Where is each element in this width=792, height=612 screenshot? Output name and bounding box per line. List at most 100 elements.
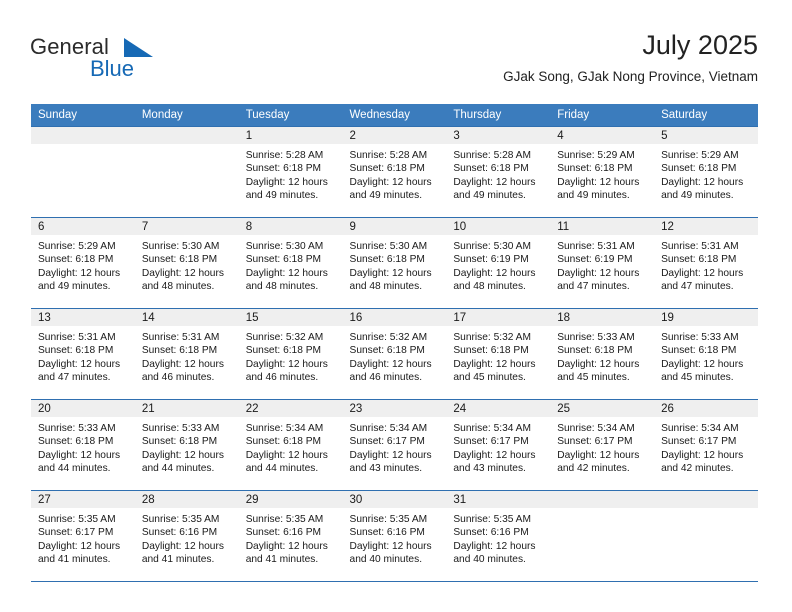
calendar-day-cell[interactable]: 29 Sunrise: 5:35 AM Sunset: 6:16 PM Dayligh…: [238, 490, 343, 582]
daylight-duration-line2: and 48 minutes.: [245, 281, 319, 293]
calendar-day-cell[interactable]: 13 Sunrise: 5:31 AM Sunset: 6:18 PM Dayligh…: [31, 308, 135, 400]
day-cell-details: Sunrise: 5:30 AM Sunset: 6:18 PM Daylight:…: [343, 235, 447, 294]
calendar-day-cell[interactable]: 30 Sunrise: 5:35 AM Sunset: 6:16 PM Dayligh…: [342, 490, 447, 582]
calendar-day-cell[interactable]: 22 Sunrise: 5:34 AM Sunset: 6:18 PM Dayligh…: [238, 399, 343, 491]
day-cell-inner: 1 Sunrise: 5:28 AM Sunset: 6:18 PM Daylight…: [238, 127, 343, 217]
day-cell-details: Sunrise: 5:34 AM Sunset: 6:17 PM Daylight:…: [654, 417, 758, 476]
day-cell-details: Sunrise: 5:28 AM Sunset: 6:18 PM Daylight:…: [446, 144, 550, 203]
daylight-duration-line1: Daylight: 12 hours: [245, 449, 328, 461]
calendar-day-cell[interactable]: 28 Sunrise: 5:35 AM Sunset: 6:16 PM Dayligh…: [134, 490, 239, 582]
day-cell-inner: [550, 491, 655, 581]
daylight-duration-line2: and 49 minutes.: [349, 190, 423, 202]
sunrise-time: Sunrise: 5:33 AM: [557, 332, 635, 343]
day-cell-inner: 11 Sunrise: 5:31 AM Sunset: 6:19 PM Dayligh…: [550, 218, 655, 308]
sunrise-time: Sunrise: 5:28 AM: [453, 150, 531, 161]
calendar-day-cell[interactable]: 11 Sunrise: 5:31 AM Sunset: 6:19 PM Dayligh…: [550, 217, 655, 309]
daylight-duration-line2: and 49 minutes.: [245, 190, 319, 202]
calendar-day-cell[interactable]: 5 Sunrise: 5:29 AM Sunset: 6:18 PM Daylight…: [654, 126, 758, 218]
calendar-day-cell[interactable]: 23 Sunrise: 5:34 AM Sunset: 6:17 PM Dayligh…: [342, 399, 447, 491]
day-cell-inner: 28 Sunrise: 5:35 AM Sunset: 6:16 PM Dayligh…: [134, 491, 239, 581]
day-number: 21: [134, 400, 239, 417]
day-cell-details: Sunrise: 5:30 AM Sunset: 6:18 PM Daylight:…: [239, 235, 343, 294]
page-title: July 2025: [642, 30, 758, 60]
calendar-day-cell[interactable]: 31 Sunrise: 5:35 AM Sunset: 6:16 PM Dayligh…: [446, 490, 551, 582]
daylight-duration-line2: and 46 minutes.: [245, 372, 319, 384]
sunset-time: Sunset: 6:18 PM: [661, 163, 737, 175]
day-cell-details: Sunrise: 5:35 AM Sunset: 6:16 PM Daylight:…: [239, 508, 343, 567]
day-cell-inner: [31, 127, 135, 217]
day-cell-details: Sunrise: 5:31 AM Sunset: 6:18 PM Daylight:…: [654, 235, 758, 294]
daylight-duration-line1: Daylight: 12 hours: [141, 449, 224, 461]
calendar-week-row: 13 Sunrise: 5:31 AM Sunset: 6:18 PM Dayligh…: [31, 308, 758, 400]
calendar-day-cell[interactable]: 2 Sunrise: 5:28 AM Sunset: 6:18 PM Daylight…: [342, 126, 447, 218]
daylight-duration-line2: and 42 minutes.: [661, 463, 734, 475]
calendar-day-cell[interactable]: 16 Sunrise: 5:32 AM Sunset: 6:18 PM Dayligh…: [342, 308, 447, 400]
sunrise-time: Sunrise: 5:29 AM: [661, 150, 739, 161]
sunset-time: Sunset: 6:18 PM: [557, 345, 633, 357]
day-number: 27: [31, 491, 135, 508]
day-cell-inner: 5 Sunrise: 5:29 AM Sunset: 6:18 PM Daylight…: [654, 127, 758, 217]
calendar-day-cell[interactable]: 8 Sunrise: 5:30 AM Sunset: 6:18 PM Daylight…: [238, 217, 343, 309]
calendar-day-cell[interactable]: 17 Sunrise: 5:32 AM Sunset: 6:18 PM Dayligh…: [446, 308, 551, 400]
day-number: [31, 127, 135, 144]
sunset-time: Sunset: 6:17 PM: [453, 436, 529, 448]
calendar-day-cell[interactable]: 26 Sunrise: 5:34 AM Sunset: 6:17 PM Dayligh…: [654, 399, 758, 491]
day-cell-details: Sunrise: 5:32 AM Sunset: 6:18 PM Daylight:…: [446, 326, 550, 385]
calendar-page: General Blue July 2025 GJak Song, GJak N…: [0, 0, 792, 612]
calendar-week-row: 20 Sunrise: 5:33 AM Sunset: 6:18 PM Dayligh…: [31, 399, 758, 491]
calendar-day-cell[interactable]: 6 Sunrise: 5:29 AM Sunset: 6:18 PM Daylight…: [31, 217, 135, 309]
daylight-duration-line1: Daylight: 12 hours: [557, 267, 640, 279]
day-cell-details: Sunrise: 5:29 AM Sunset: 6:18 PM Daylight:…: [31, 235, 135, 294]
sunset-time: Sunset: 6:19 PM: [557, 254, 633, 266]
day-number: [134, 127, 239, 144]
calendar-day-cell[interactable]: 27 Sunrise: 5:35 AM Sunset: 6:17 PM Dayligh…: [31, 490, 135, 582]
calendar-day-cell[interactable]: 19 Sunrise: 5:33 AM Sunset: 6:18 PM Dayligh…: [654, 308, 758, 400]
daylight-duration-line1: Daylight: 12 hours: [661, 358, 744, 370]
day-cell-inner: 12 Sunrise: 5:31 AM Sunset: 6:18 PM Dayligh…: [654, 218, 758, 308]
day-number: 25: [550, 400, 655, 417]
sunset-time: Sunset: 6:17 PM: [38, 527, 114, 539]
calendar-day-cell-empty: [654, 490, 758, 582]
daylight-duration-line2: and 47 minutes.: [661, 281, 734, 293]
daylight-duration-line2: and 46 minutes.: [141, 372, 215, 384]
day-cell-details: Sunrise: 5:34 AM Sunset: 6:17 PM Daylight:…: [550, 417, 654, 476]
day-cell-inner: 24 Sunrise: 5:34 AM Sunset: 6:17 PM Dayligh…: [446, 400, 551, 490]
calendar-day-cell[interactable]: 4 Sunrise: 5:29 AM Sunset: 6:18 PM Daylight…: [550, 126, 655, 218]
calendar-day-cell[interactable]: 1 Sunrise: 5:28 AM Sunset: 6:18 PM Daylight…: [238, 126, 343, 218]
calendar-day-cell[interactable]: 7 Sunrise: 5:30 AM Sunset: 6:18 PM Daylight…: [134, 217, 239, 309]
daylight-duration-line1: Daylight: 12 hours: [661, 176, 744, 188]
general-blue-logo[interactable]: General Blue: [30, 34, 190, 88]
day-number: 9: [342, 218, 447, 235]
calendar-day-cell[interactable]: 10 Sunrise: 5:30 AM Sunset: 6:19 PM Dayligh…: [446, 217, 551, 309]
calendar-day-cell[interactable]: 18 Sunrise: 5:33 AM Sunset: 6:18 PM Dayligh…: [550, 308, 655, 400]
weekday-header-monday: Monday: [134, 104, 239, 127]
calendar-day-cell[interactable]: 21 Sunrise: 5:33 AM Sunset: 6:18 PM Dayligh…: [134, 399, 239, 491]
day-cell-inner: 16 Sunrise: 5:32 AM Sunset: 6:18 PM Dayligh…: [342, 309, 447, 399]
calendar-day-cell[interactable]: 3 Sunrise: 5:28 AM Sunset: 6:18 PM Daylight…: [446, 126, 551, 218]
calendar-day-cell[interactable]: 12 Sunrise: 5:31 AM Sunset: 6:18 PM Dayligh…: [654, 217, 758, 309]
calendar-day-cell[interactable]: 24 Sunrise: 5:34 AM Sunset: 6:17 PM Dayligh…: [446, 399, 551, 491]
calendar-day-cell[interactable]: 20 Sunrise: 5:33 AM Sunset: 6:18 PM Dayligh…: [31, 399, 135, 491]
calendar-day-cell-empty: [31, 126, 135, 218]
sunset-time: Sunset: 6:18 PM: [38, 436, 114, 448]
daylight-duration-line1: Daylight: 12 hours: [245, 176, 328, 188]
sunrise-time: Sunrise: 5:34 AM: [349, 423, 428, 434]
calendar-day-cell[interactable]: 14 Sunrise: 5:31 AM Sunset: 6:18 PM Dayligh…: [134, 308, 239, 400]
daylight-duration-line1: Daylight: 12 hours: [453, 176, 536, 188]
daylight-duration-line2: and 48 minutes.: [453, 281, 526, 293]
sunrise-time: Sunrise: 5:34 AM: [557, 423, 635, 434]
daylight-duration-line2: and 48 minutes.: [349, 281, 423, 293]
sunrise-time: Sunrise: 5:34 AM: [453, 423, 531, 434]
sunrise-time: Sunrise: 5:35 AM: [141, 514, 220, 525]
day-cell-details: Sunrise: 5:35 AM Sunset: 6:16 PM Daylight:…: [343, 508, 447, 567]
daylight-duration-line2: and 47 minutes.: [557, 281, 630, 293]
day-cell-inner: 8 Sunrise: 5:30 AM Sunset: 6:18 PM Daylight…: [238, 218, 343, 308]
calendar-day-cell[interactable]: 15 Sunrise: 5:32 AM Sunset: 6:18 PM Dayligh…: [238, 308, 343, 400]
day-number: 11: [550, 218, 655, 235]
day-number: 4: [550, 127, 655, 144]
sunrise-time: Sunrise: 5:31 AM: [557, 241, 635, 252]
calendar-day-cell[interactable]: 9 Sunrise: 5:30 AM Sunset: 6:18 PM Daylight…: [342, 217, 447, 309]
calendar-day-cell[interactable]: 25 Sunrise: 5:34 AM Sunset: 6:17 PM Dayligh…: [550, 399, 655, 491]
sunset-time: Sunset: 6:18 PM: [38, 345, 114, 357]
daylight-duration-line2: and 44 minutes.: [38, 463, 111, 475]
